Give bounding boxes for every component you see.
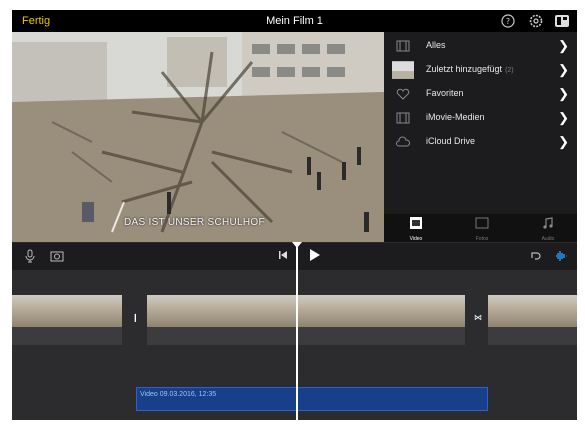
video-preview[interactable]: DAS IST UNSER SCHULHOF	[12, 32, 384, 242]
clip-thumbnail	[488, 295, 577, 327]
browser-item-recent[interactable]: Zuletzt hinzugefügt (2) ❯	[384, 58, 577, 82]
browser-item-label: Alles	[426, 40, 446, 50]
skip-to-start-icon[interactable]	[278, 249, 288, 261]
camera-icon[interactable]	[50, 249, 64, 263]
video-caption: DAS IST UNSER SCHULHOF	[124, 217, 265, 228]
tab-audio[interactable]: Audio	[528, 216, 568, 242]
browser-item-label: Zuletzt hinzugefügt (2)	[426, 64, 514, 74]
transition-icon[interactable]: ⋈	[474, 313, 482, 322]
music-note-icon	[543, 217, 553, 229]
video-clip[interactable]	[488, 295, 577, 345]
settings-gear-icon[interactable]	[528, 13, 544, 29]
heart-icon	[396, 88, 410, 100]
chevron-right-icon: ❯	[558, 134, 569, 149]
playhead[interactable]	[296, 242, 298, 420]
media-library-icon[interactable]	[554, 13, 570, 29]
microphone-icon[interactable]	[24, 249, 36, 263]
help-icon[interactable]: ?	[500, 13, 516, 29]
audio-clip[interactable]: Video 09.03.2016, 12:35	[136, 387, 488, 411]
browser-item-alles[interactable]: Alles ❯	[384, 34, 577, 58]
film-icon	[396, 40, 410, 52]
chevron-right-icon: ❯	[558, 110, 569, 125]
video-tab-icon	[410, 217, 422, 229]
imovie-window: Fertig Mein Film 1 ? DAS IST UNSER SCHUL…	[12, 10, 577, 420]
transition-icon[interactable]: ❙	[132, 313, 139, 322]
playhead-marker	[292, 242, 302, 248]
film-icon	[396, 112, 410, 124]
audio-waveform-icon[interactable]	[554, 249, 568, 263]
media-browser: Alles ❯ Zuletzt hinzugefügt (2) ❯ Favorit…	[384, 32, 577, 242]
clip-thumbnail	[147, 295, 465, 327]
tab-fotos[interactable]: Fotos	[462, 216, 502, 242]
svg-text:?: ?	[506, 17, 510, 26]
audio-clip-label: Video 09.03.2016, 12:35	[140, 391, 217, 398]
chevron-right-icon: ❯	[558, 86, 569, 101]
timeline[interactable]: ❙ ⋈ Video 09.03.2016, 12:35	[12, 270, 577, 420]
browser-item-imovie-medien[interactable]: iMovie-Medien ❯	[384, 106, 577, 130]
recent-thumbnail	[392, 61, 414, 79]
project-title: Mein Film 1	[266, 15, 323, 27]
top-bar: Fertig Mein Film 1 ?	[12, 10, 577, 32]
browser-item-label: iCloud Drive	[426, 136, 476, 146]
browser-item-label: iMovie-Medien	[426, 112, 485, 122]
browser-item-favoriten[interactable]: Favoriten ❯	[384, 82, 577, 106]
browser-item-label: Favoriten	[426, 88, 464, 98]
chevron-right-icon: ❯	[558, 62, 569, 77]
tab-video[interactable]: Video	[396, 216, 436, 242]
cloud-icon	[396, 136, 410, 147]
browser-item-icloud-drive[interactable]: iCloud Drive ❯	[384, 130, 577, 154]
undo-icon[interactable]	[528, 249, 542, 263]
chevron-right-icon: ❯	[558, 38, 569, 53]
video-clip[interactable]	[12, 295, 122, 345]
photos-tab-icon	[475, 217, 489, 229]
video-clip[interactable]	[147, 295, 465, 345]
schoolyard-scene-image	[12, 32, 384, 242]
play-icon[interactable]	[309, 248, 321, 262]
media-type-tabs: Video Fotos Audio	[384, 214, 577, 242]
browser-item-count: (2)	[505, 67, 514, 74]
clip-thumbnail	[12, 295, 122, 327]
